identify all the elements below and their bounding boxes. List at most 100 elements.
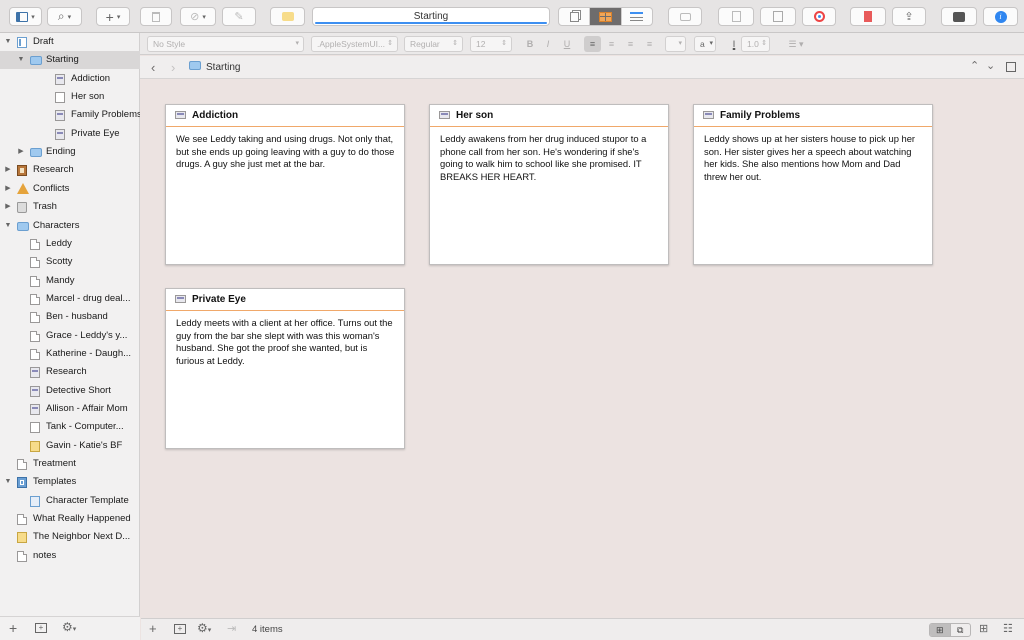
add-item-button[interactable]: + (9, 620, 17, 636)
card-synopsis[interactable]: Leddy meets with a client at her office.… (166, 311, 404, 367)
binder-item[interactable]: ▼ Draft (0, 33, 140, 51)
index-card[interactable]: Addiction We see Leddy taking and using d… (165, 104, 405, 265)
card-title[interactable]: Her son (456, 110, 493, 121)
add-button[interactable]: + ▾ (96, 7, 130, 26)
forward-button[interactable]: › (171, 60, 175, 75)
binder-item[interactable]: Her son (0, 88, 140, 106)
text-color-select[interactable]: ▾ (665, 36, 686, 52)
scrivenings-view-button[interactable] (559, 8, 589, 25)
italic-button[interactable]: I (541, 36, 555, 52)
align-right-button[interactable]: ≡ (622, 36, 639, 52)
binder-item[interactable]: Addiction (0, 70, 140, 88)
bookmark-button[interactable] (850, 7, 886, 26)
binder-item[interactable]: What Really Happened (0, 510, 140, 528)
compile-options-button[interactable] (760, 7, 796, 26)
comment-button[interactable] (270, 7, 305, 26)
card-title[interactable]: Family Problems (720, 110, 800, 121)
disclosure-closed-icon[interactable]: ▶ (4, 198, 12, 216)
index-card[interactable]: Her son Leddy awakens from her drug induc… (429, 104, 669, 265)
binder-item[interactable]: Grace - Leddy's y... (0, 327, 140, 345)
binder-actions-button[interactable]: ⚙▾ (62, 620, 76, 634)
binder-item[interactable]: ▶ Research (0, 161, 140, 179)
snapshot-button[interactable] (668, 7, 702, 26)
line-spacing-select[interactable]: 1.0 ⇕ (741, 36, 770, 52)
disclosure-closed-icon[interactable]: ▶ (4, 161, 12, 179)
binder-item[interactable]: Tank - Computer... (0, 418, 140, 436)
targets-button[interactable] (802, 7, 836, 26)
justify-button[interactable]: ≡ (641, 36, 658, 52)
disclosure-closed-icon[interactable]: ▶ (17, 143, 25, 161)
share-button[interactable]: ⇪ (892, 7, 926, 26)
align-center-button[interactable]: ≡ (603, 36, 620, 52)
highlight-select[interactable]: a ▾ (694, 36, 716, 52)
disclosure-open-icon[interactable]: ▼ (4, 217, 12, 235)
binder-item[interactable]: Detective Short (0, 382, 140, 400)
binder-item[interactable]: The Neighbor Next D... (0, 528, 140, 546)
add-folder-button[interactable]: + (174, 624, 186, 634)
compile-button[interactable] (718, 7, 754, 26)
binder-item[interactable]: Character Template (0, 492, 140, 510)
binder-item[interactable]: Leddy (0, 235, 140, 253)
disclosure-closed-icon[interactable]: ▶ (4, 180, 12, 198)
font-weight-value: Regular (410, 39, 440, 49)
binder-item[interactable]: Allison - Affair Mom (0, 400, 140, 418)
edit-button[interactable]: ✎ (222, 7, 256, 26)
binder-item[interactable]: Marcel - drug deal... (0, 290, 140, 308)
binder-item[interactable]: Treatment (0, 455, 140, 473)
binder-item[interactable]: ▼ Starting (0, 51, 140, 70)
paragraph-style-select[interactable]: No Style ▾ (147, 36, 304, 52)
document-title-field[interactable]: Starting (312, 7, 550, 26)
next-document-button[interactable]: ⌄ (986, 59, 995, 72)
bold-button[interactable]: B (523, 36, 537, 52)
binder-item[interactable]: Mandy (0, 272, 140, 290)
split-editor-button[interactable] (1006, 62, 1016, 72)
view-mode-button[interactable]: ▾ (9, 7, 42, 26)
card-title[interactable]: Private Eye (192, 294, 246, 305)
card-synopsis[interactable]: We see Leddy taking and using drugs. Not… (166, 127, 404, 171)
binder-item[interactable]: Family Problems (0, 106, 140, 124)
freeform-mode-button[interactable]: ⧉ (949, 624, 971, 636)
binder-item[interactable]: Private Eye (0, 125, 140, 143)
index-card[interactable]: Family Problems Leddy shows up at her sis… (693, 104, 933, 265)
binder-item[interactable]: ▶ Ending (0, 143, 140, 161)
index-card[interactable]: Private Eye Leddy meets with a client at … (165, 288, 405, 449)
disclosure-open-icon[interactable]: ▼ (4, 473, 12, 491)
card-synopsis[interactable]: Leddy shows up at her sisters house to p… (694, 127, 932, 183)
move-out-button[interactable]: ⇥ (227, 622, 236, 635)
binder-item[interactable]: Ben - husband (0, 308, 140, 326)
add-card-button[interactable]: + (149, 621, 157, 636)
corkboard-options-button[interactable]: ☷ (1003, 622, 1013, 635)
font-size-select[interactable]: 12 ⇕ (470, 36, 512, 52)
font-weight-select[interactable]: Regular ⇕ (404, 36, 463, 52)
inspector-button[interactable]: i (983, 7, 1018, 26)
disclosure-open-icon[interactable]: ▼ (4, 33, 12, 51)
search-button[interactable]: ⌕ ▾ (47, 7, 82, 26)
font-family-select[interactable]: .AppleSystemUI... ⇕ (311, 36, 398, 52)
add-folder-button[interactable]: + (35, 623, 47, 633)
binder-item[interactable]: Katherine - Daugh... (0, 345, 140, 363)
binder-item[interactable]: notes (0, 547, 140, 565)
binder-item[interactable]: Scotty (0, 253, 140, 271)
list-style-select[interactable]: ☰ ▾ (783, 36, 809, 52)
card-synopsis[interactable]: Leddy awakens from her drug induced stup… (430, 127, 668, 183)
binder-item[interactable]: ▶ Conflicts (0, 180, 140, 198)
align-left-button[interactable]: ≡ (584, 36, 601, 52)
corkboard-actions-button[interactable]: ⚙▾ (197, 621, 211, 635)
outliner-view-button[interactable] (620, 8, 652, 25)
binder-item[interactable]: ▼ Characters (0, 217, 140, 235)
binder-item[interactable]: Research (0, 363, 140, 381)
corkboard-view-button[interactable] (589, 8, 621, 25)
delete-button[interactable] (140, 7, 172, 26)
grid-mode-button[interactable]: ⊞ (930, 624, 950, 636)
card-title[interactable]: Addiction (192, 110, 238, 121)
composition-mode-button[interactable] (941, 7, 977, 26)
disclosure-open-icon[interactable]: ▼ (17, 51, 25, 69)
previous-document-button[interactable]: ⌃ (970, 59, 979, 72)
back-button[interactable]: ‹ (151, 60, 155, 75)
underline-button[interactable]: U (560, 36, 574, 52)
binder-item[interactable]: Gavin - Katie's BF (0, 437, 140, 455)
binder-item[interactable]: ▶ Trash (0, 198, 140, 216)
attach-button[interactable]: ⊘ ▾ (180, 7, 216, 26)
card-size-button[interactable]: ⊞ (979, 622, 988, 635)
binder-item[interactable]: ▼ Templates (0, 473, 140, 491)
